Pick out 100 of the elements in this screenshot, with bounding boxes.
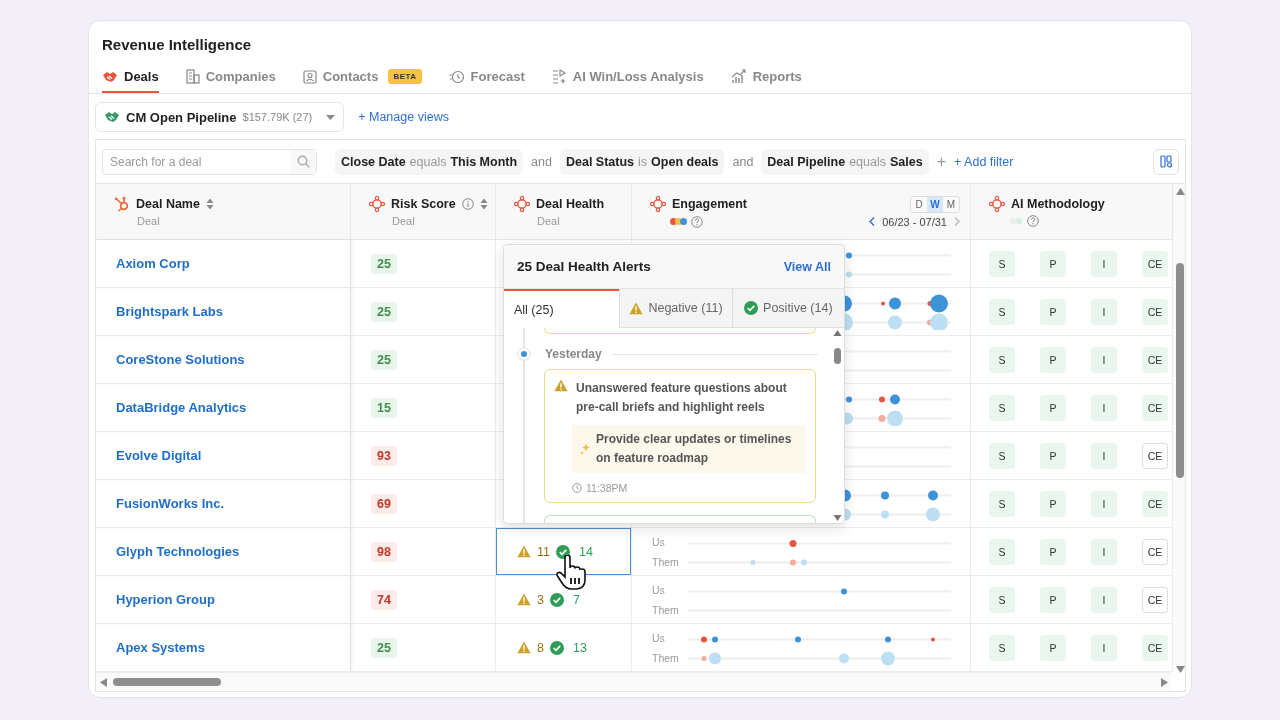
methodology-chip[interactable]: I	[1091, 250, 1117, 277]
scroll-left-icon[interactable]	[100, 678, 107, 687]
deal-name-link[interactable]: Axiom Corp	[116, 256, 190, 271]
risk-score-badge: 93	[371, 445, 397, 466]
methodology-chip[interactable]: I	[1091, 586, 1117, 613]
filter-chip[interactable]: Deal Status is Open deals	[559, 148, 725, 175]
methodology-chip[interactable]: I	[1091, 490, 1117, 517]
nav-tab[interactable]: Reports	[730, 69, 802, 93]
date-range: 06/23 - 07/31	[882, 215, 947, 228]
nav-tab[interactable]: Deals	[102, 69, 159, 93]
methodology-chip[interactable]: CE	[1142, 586, 1168, 613]
methodology-chip[interactable]: P	[1040, 394, 1066, 421]
deal-name-link[interactable]: CoreStone Solutions	[116, 352, 245, 367]
methodology-chip[interactable]: CE	[1142, 634, 1168, 661]
us-label: Us	[652, 535, 666, 548]
methodology-chip[interactable]: S	[989, 490, 1015, 517]
us-label: Us	[652, 583, 666, 596]
risk-score-badge: 25	[371, 253, 397, 274]
methodology-chip[interactable]: CE	[1142, 490, 1168, 517]
column-header: Engagement	[672, 197, 747, 211]
methodology-chip[interactable]: I	[1091, 298, 1117, 325]
view-all-link[interactable]: View All	[783, 259, 831, 274]
methodology-chip[interactable]: P	[1040, 634, 1066, 661]
methodology-chip[interactable]: S	[989, 634, 1015, 661]
period-toggle[interactable]: W	[927, 196, 943, 212]
methodology-chip[interactable]: CE	[1142, 250, 1168, 277]
help-icon[interactable]	[691, 215, 703, 228]
alert-tab[interactable]: Negative (11)	[619, 289, 732, 328]
column-header: AI Methodology	[1011, 197, 1105, 211]
deal-name-link[interactable]: DataBridge Analytics	[116, 400, 247, 415]
alert-tab[interactable]: All (25)	[504, 289, 620, 328]
hand-cursor-icon	[556, 555, 588, 591]
scroll-right-icon[interactable]	[1161, 678, 1168, 687]
methodology-chip[interactable]: I	[1091, 634, 1117, 661]
methodology-chip[interactable]: S	[989, 394, 1015, 421]
methodology-chip[interactable]: P	[1040, 490, 1066, 517]
risk-score-badge: 69	[371, 493, 397, 514]
deal-name-link[interactable]: Brightspark Labs	[116, 304, 223, 319]
nav-tab[interactable]: AI Win/Loss Analysis	[551, 69, 704, 93]
methodology-chip[interactable]: S	[989, 298, 1015, 325]
methodology-chip[interactable]: P	[1040, 442, 1066, 469]
methodology-chip[interactable]: P	[1040, 298, 1066, 325]
day-label: Yesterday	[545, 347, 602, 361]
nav-tab[interactable]: Companies	[185, 69, 276, 93]
scrollbar-thumb[interactable]	[1176, 263, 1184, 478]
methodology-chip[interactable]: S	[989, 346, 1015, 373]
help-icon[interactable]	[1027, 215, 1039, 227]
methodology-chip[interactable]: CE	[1142, 394, 1168, 421]
methodology-chip[interactable]: CE	[1142, 442, 1168, 469]
risk-score-badge: 25	[371, 301, 397, 322]
scrollbar-thumb[interactable]	[113, 678, 221, 686]
filter-chip[interactable]: Deal Pipeline equals Sales	[761, 148, 929, 175]
risk-score-badge: 25	[371, 637, 397, 658]
methodology-chip[interactable]: S	[989, 442, 1015, 469]
us-label: Us	[652, 631, 666, 644]
deal-name-link[interactable]: Apex Systems	[116, 640, 205, 655]
column-settings-button[interactable]	[1153, 148, 1179, 175]
deal-name-link[interactable]: Glyph Technologies	[116, 544, 240, 559]
add-filter-link[interactable]: + Add filter	[954, 154, 1014, 169]
methodology-chip[interactable]: CE	[1142, 346, 1168, 373]
warning-icon	[517, 545, 531, 558]
filter-chip[interactable]: Close Date equals This Month	[335, 148, 524, 175]
methodology-chip[interactable]: I	[1091, 538, 1117, 565]
methodology-chip[interactable]: S	[989, 586, 1015, 613]
popover-scrollbar[interactable]	[833, 328, 842, 523]
methodology-chip[interactable]: CE	[1142, 298, 1168, 325]
nav-tab[interactable]: Contacts BETA	[302, 69, 422, 93]
chevron-left-icon[interactable]	[869, 217, 876, 226]
methodology-chip[interactable]: P	[1040, 346, 1066, 373]
building-icon	[185, 69, 200, 84]
alert-tab[interactable]: Positive (14)	[731, 289, 844, 328]
deal-name-link[interactable]: FusionWorks Inc.	[116, 496, 225, 511]
methodology-chip[interactable]: P	[1040, 538, 1066, 565]
scroll-up-icon[interactable]	[1176, 188, 1185, 195]
info-icon[interactable]	[461, 198, 474, 210]
deal-name-link[interactable]: Evolve Digital	[116, 448, 202, 463]
methodology-chip[interactable]: I	[1091, 346, 1117, 373]
methodology-chip[interactable]: CE	[1142, 538, 1168, 565]
methodology-chip[interactable]: I	[1091, 394, 1117, 421]
sort-icon[interactable]	[479, 198, 488, 210]
view-dropdown[interactable]: CM Open Pipeline $157.79K (27)	[95, 102, 345, 132]
toggle-icon	[1009, 217, 1023, 225]
chevron-right-icon[interactable]	[954, 217, 960, 226]
deal-health-cell[interactable]: 3 7	[496, 576, 631, 623]
view-name: CM Open Pipeline	[126, 109, 237, 125]
sort-icon[interactable]	[205, 198, 214, 210]
nav-tab[interactable]: Forecast	[448, 69, 525, 93]
deal-name-link[interactable]: Hyperion Group	[116, 592, 215, 607]
methodology-chip[interactable]: S	[989, 250, 1015, 277]
suggestion-text: Provide clear updates or timelines on feature roadmap	[596, 431, 793, 467]
scroll-down-icon[interactable]	[1176, 666, 1185, 673]
methodology-chip[interactable]: I	[1091, 442, 1117, 469]
risk-score-badge: 74	[371, 589, 397, 610]
methodology-chip[interactable]: P	[1040, 586, 1066, 613]
methodology-chip[interactable]: P	[1040, 250, 1066, 277]
deal-health-cell[interactable]: 8 13	[496, 624, 631, 671]
warning-icon	[517, 593, 531, 606]
methodology-chip[interactable]: S	[989, 538, 1015, 565]
manage-views-link[interactable]: + Manage views	[358, 110, 449, 124]
column-subtitle: Deal	[136, 215, 161, 227]
